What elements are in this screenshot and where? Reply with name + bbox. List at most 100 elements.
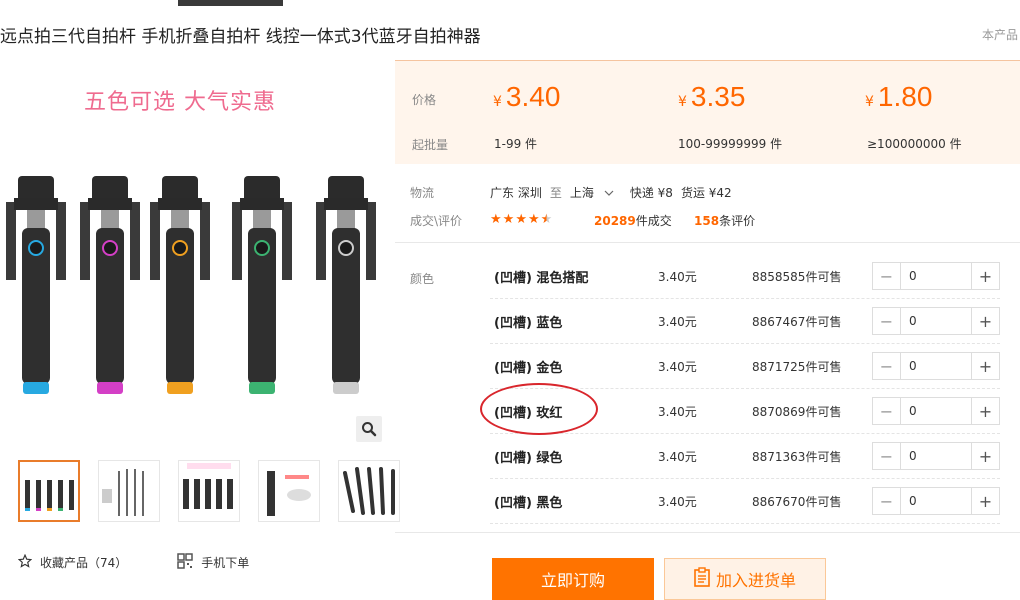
quantity-stepper: − 0 + — [872, 307, 1000, 335]
sku-price: 3.40元 — [658, 450, 697, 464]
sku-row: (凹槽) 金色 3.40元 8871725件可售 − 0 + — [490, 344, 1020, 389]
price-tier-3: ¥1.80 — [865, 81, 933, 112]
sku-row: (凹槽) 蓝色 3.40元 8867467件可售 − 0 + — [490, 299, 1020, 344]
increment-button[interactable]: + — [971, 443, 999, 469]
selfie-stick — [232, 176, 292, 394]
sku-stock: 8867670件可售 — [752, 495, 842, 509]
decrement-button[interactable]: − — [873, 488, 901, 514]
sku-price: 3.40元 — [658, 405, 697, 419]
sku-name: (凹槽) 蓝色 — [494, 316, 563, 331]
express-fee: 快递 ¥8 — [629, 186, 673, 200]
quantity-input[interactable]: 0 — [901, 398, 971, 424]
qty-tier-3: ≥100000000 件 — [867, 137, 962, 151]
sku-row: (凹槽) 黑色 3.40元 8867670件可售 − 0 + — [490, 479, 1020, 524]
quantity-stepper: − 0 + — [872, 262, 1000, 290]
sku-stock: 8858585件可售 — [752, 270, 842, 284]
favorite-product-link[interactable]: 收藏产品（74） — [17, 553, 128, 572]
logistics-info: 广东 深圳 至 上海 快递 ¥8 货运 ¥42 — [490, 184, 732, 201]
quantity-stepper: − 0 + — [872, 397, 1000, 425]
decrement-button[interactable]: − — [873, 263, 901, 289]
increment-button[interactable]: + — [971, 308, 999, 334]
ship-from: 广东 深圳 — [490, 186, 542, 200]
increment-button[interactable]: + — [971, 488, 999, 514]
review-count-link[interactable]: 158条评价 — [694, 212, 755, 229]
sku-row: (凹槽) 绿色 3.40元 8871363件可售 − 0 + — [490, 434, 1020, 479]
selfie-stick — [6, 176, 66, 394]
thumbnail-1[interactable] — [18, 460, 80, 522]
qr-code-icon — [177, 553, 194, 572]
decrement-button[interactable]: − — [873, 398, 901, 424]
sales-count-link[interactable]: 20289件成交 — [594, 212, 672, 229]
add-to-cart-label: 加入进货单 — [715, 573, 796, 590]
decrement-button[interactable]: − — [873, 443, 901, 469]
qty-tier-1: 1-99 件 — [494, 137, 538, 151]
row-divider — [490, 523, 1000, 524]
selfie-sticks-illustration — [6, 176, 376, 394]
sku-price: 3.40元 — [658, 270, 697, 284]
mobile-order-link[interactable]: 手机下单 — [177, 553, 249, 572]
star-icon: ★ — [515, 212, 527, 227]
star-outline-icon — [17, 553, 33, 571]
sku-stock: 8870869件可售 — [752, 405, 842, 419]
product-title-right[interactable]: 本产品 — [982, 26, 1018, 43]
thumbnail-4[interactable] — [258, 460, 320, 522]
price-tier-1: ¥3.40 — [493, 81, 561, 112]
clipboard-icon — [694, 566, 710, 592]
quantity-stepper: − 0 + — [872, 352, 1000, 380]
quantity-input[interactable]: 0 — [901, 308, 971, 334]
quantity-input[interactable]: 0 — [901, 488, 971, 514]
chevron-down-icon — [604, 190, 614, 196]
qty-tier-2: 100-99999999 件 — [678, 137, 783, 151]
increment-button[interactable]: + — [971, 353, 999, 379]
sku-price: 3.40元 — [658, 315, 697, 329]
half-star-icon: ★ — [540, 212, 553, 227]
quantity-input[interactable]: 0 — [901, 443, 971, 469]
star-icon: ★ — [527, 212, 540, 227]
highlight-circle-annotation — [480, 383, 598, 435]
quantity-input[interactable]: 0 — [901, 263, 971, 289]
selfie-stick — [316, 176, 376, 394]
price-label: 价格 — [412, 93, 437, 107]
favorite-label: 收藏产品（74） — [40, 556, 128, 570]
decrement-button[interactable]: − — [873, 308, 901, 334]
sku-name: (凹槽) 黑色 — [494, 496, 563, 511]
quantity-stepper: − 0 + — [872, 442, 1000, 470]
sku-stock: 8867467件可售 — [752, 315, 842, 329]
sku-name: (凹槽) 混色搭配 — [494, 271, 589, 286]
product-title: 远点拍三代自拍杆 手机折叠自拍杆 线控一体式3代蓝牙自拍神器 — [0, 27, 481, 47]
section-divider — [395, 532, 1020, 533]
thumbnail-5[interactable] — [338, 460, 400, 522]
sku-price: 3.40元 — [658, 495, 697, 509]
decrement-button[interactable]: − — [873, 353, 901, 379]
magnifier-icon — [362, 422, 377, 437]
logistics-label: 物流 — [410, 186, 435, 200]
star-icon: ★ — [490, 212, 502, 227]
increment-button[interactable]: + — [971, 263, 999, 289]
selfie-stick — [150, 176, 210, 394]
reviews-label: 成交\评价 — [410, 214, 463, 228]
quantity-input[interactable]: 0 — [901, 353, 971, 379]
increment-button[interactable]: + — [971, 398, 999, 424]
thumbnail-2[interactable] — [98, 460, 160, 522]
rating-stars: ★ ★ ★ ★ ★ — [490, 212, 552, 227]
to-word: 至 — [549, 186, 562, 200]
add-to-cart-button[interactable]: 加入进货单 — [664, 558, 826, 600]
mobile-order-label: 手机下单 — [201, 556, 250, 570]
freight-fee: 货运 ¥42 — [680, 186, 732, 200]
star-icon: ★ — [502, 212, 515, 227]
sku-price: 3.40元 — [658, 360, 697, 374]
destination-selector[interactable]: 上海 — [570, 184, 614, 201]
zoom-button[interactable] — [356, 416, 382, 442]
thumbnail-3[interactable] — [178, 460, 240, 522]
price-tier-2: ¥3.35 — [678, 81, 746, 112]
buy-now-button[interactable]: 立即订购 — [492, 558, 654, 600]
main-product-image[interactable]: 五色可选 大气实惠 — [0, 68, 390, 446]
color-label: 颜色 — [410, 272, 435, 286]
sku-stock: 8871725件可售 — [752, 360, 842, 374]
section-divider — [395, 242, 1020, 243]
moq-label: 起批量 — [412, 138, 449, 152]
sku-row: (凹槽) 混色搭配 3.40元 8858585件可售 − 0 + — [490, 254, 1020, 299]
sku-name: (凹槽) 金色 — [494, 361, 563, 376]
sku-name: (凹槽) 绿色 — [494, 451, 563, 466]
quantity-stepper: − 0 + — [872, 487, 1000, 515]
